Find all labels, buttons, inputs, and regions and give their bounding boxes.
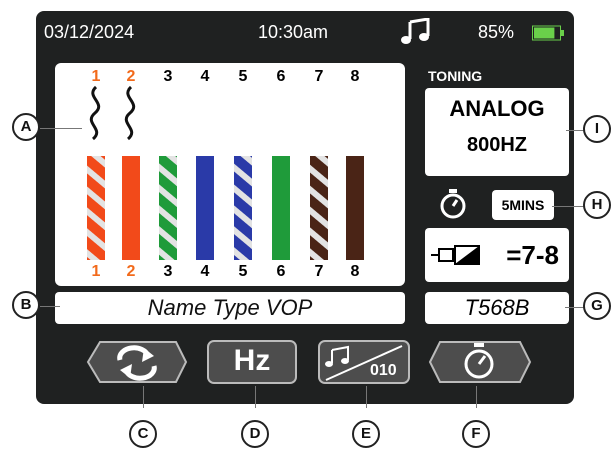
top-pin-2: 2 [126,68,136,85]
status-date: 03/12/2024 [44,22,135,42]
wire-pin-8 [346,156,364,260]
wire-pin-7 [310,156,328,260]
callout-a: A [12,113,40,141]
top-pin-8: 8 [350,68,360,85]
top-pin-5: 5 [238,68,248,85]
toning-mode: ANALOG [449,96,545,121]
wire-pin-2 [122,156,140,260]
leader-a [40,128,82,129]
callout-b: B [12,291,40,319]
tone-mode-button[interactable]: 010 [318,340,410,384]
wire-pin-5 [234,156,252,260]
bottom-pin-4: 4 [200,263,210,280]
callout-d: D [241,420,269,448]
leader-d [255,386,256,408]
leader-f [476,386,477,408]
wire-pin-1 [87,156,105,260]
toning-frequency: 800HZ [466,134,528,156]
tone-squiggle-1 [89,85,101,141]
timer-value: 5MINS [492,190,554,220]
callout-i: I [583,115,611,143]
wire-pin-6 [272,156,290,260]
loop-button[interactable] [86,340,188,384]
leader-c [143,386,144,408]
bottom-pin-5: 5 [238,263,248,280]
wire-pin-4 [196,156,214,260]
pair-connector-icon [431,245,480,265]
bottom-pin-3: 3 [163,263,173,280]
leader-e [366,386,367,408]
top-pin-7: 7 [314,68,324,85]
toning-title: TONING [428,68,483,84]
wire-pin-3 [159,156,177,260]
timer-button[interactable] [428,340,532,384]
bottom-pin-8: 8 [350,263,360,280]
music-note-icon [400,17,432,51]
pair-box: =7-8 [425,228,569,282]
callout-f: F [462,420,490,448]
hz-label: Hz [233,344,271,377]
bottom-pin-2: 2 [126,263,136,280]
callout-g: G [583,292,611,320]
top-pin-1: 1 [91,68,101,85]
battery-percent: 85% [478,22,515,42]
top-pin-6: 6 [276,68,286,85]
leader-b [40,306,60,307]
tone-squiggle-2 [124,85,136,141]
hz-button[interactable]: Hz [207,340,297,384]
bottom-pin-1: 1 [91,263,101,280]
callout-h: H [583,191,611,219]
wiring-standard: T568B [425,292,569,324]
top-pin-3: 3 [163,68,173,85]
pair-text: =7-8 [506,240,559,270]
wiremap-diagram [87,85,364,260]
tone-mode-label: 010 [370,362,397,379]
callout-c: C [129,420,157,448]
bottom-pin-6: 6 [276,263,286,280]
toning-box: ANALOG 800HZ [425,88,569,176]
status-time: 10:30am [258,22,329,42]
stopwatch-icon [437,188,469,225]
top-pin-4: 4 [200,68,210,85]
bottom-pin-7: 7 [314,263,324,280]
callout-e: E [352,420,380,448]
battery-icon [532,25,566,46]
cable-name-field: Name Type VOP [55,292,405,324]
